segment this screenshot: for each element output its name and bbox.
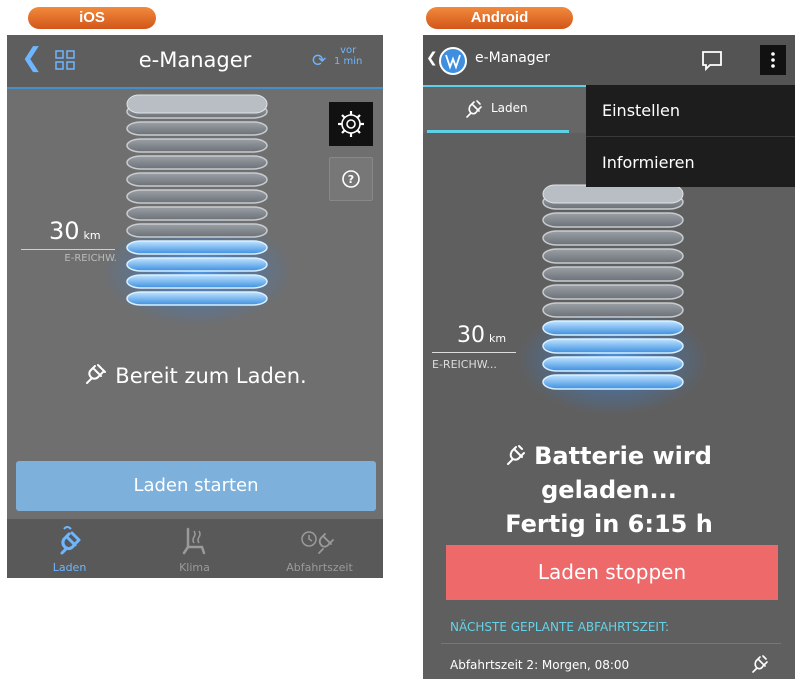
tab-label: Abfahrtszeit [286, 561, 353, 574]
range-divider [21, 249, 115, 250]
tab-label: Laden [52, 561, 87, 574]
overflow-menu-button[interactable] [760, 45, 786, 75]
battery-slab-charged [542, 356, 684, 372]
charging-plug-icon [507, 445, 526, 465]
ios-header: ❮ e-Manager ⟳ vor 1 min [7, 35, 383, 89]
electric-range-value: 30 [457, 323, 485, 348]
next-departure-label: NÄCHSTE GEPLANTE ABFAHRTSZEIT: [450, 620, 669, 634]
menu-item-informieren[interactable]: Informieren [602, 153, 695, 172]
vw-logo-icon [439, 47, 467, 75]
divider [441, 643, 781, 644]
battery-slab-empty [542, 266, 684, 282]
charging-status-line3: Fertig in 6:15 h [505, 510, 713, 538]
menu-divider [586, 136, 795, 137]
battery-slab-empty [542, 284, 684, 300]
tab-label: Laden [491, 101, 528, 115]
electric-range-value: 30 [49, 217, 80, 245]
charging-plug-icon [86, 364, 107, 384]
start-charging-button[interactable]: Laden starten [16, 461, 376, 511]
battery-slab-empty [126, 223, 268, 238]
clock-plug-icon [301, 531, 334, 554]
refresh-icon[interactable]: ⟳ [312, 51, 326, 71]
battery-top [542, 184, 684, 204]
charging-status-line1: Batterie wird [423, 439, 795, 473]
android-header: ❮ e-Manager [423, 35, 795, 87]
back-icon[interactable]: ❮ [426, 50, 438, 66]
gear-icon [338, 111, 364, 137]
last-update-line2: 1 min [334, 56, 363, 67]
battery-slab-empty [542, 248, 684, 264]
electric-range-unit: km [83, 229, 101, 242]
android-platform-label: Android [426, 7, 573, 29]
tab-abfahrtszeit[interactable]: Abfahrtszeit [257, 519, 382, 578]
battery-top [126, 94, 268, 114]
battery-slab-empty [126, 138, 268, 153]
overflow-menu: Einstellen Informieren [586, 85, 795, 187]
settings-button[interactable] [329, 102, 373, 146]
battery-slab-charged [126, 257, 268, 272]
battery-slab-empty [126, 206, 268, 221]
charging-plug-icon [60, 526, 81, 555]
page-title: e-Manager [475, 50, 551, 66]
more-vert-icon [771, 52, 775, 68]
electric-range: 30 km [457, 323, 506, 348]
last-update-time: vor 1 min [334, 45, 362, 67]
ios-tab-bar: Laden Klima Abfahrtszeit [7, 519, 383, 578]
tab-laden[interactable]: Laden [7, 519, 132, 578]
battery-slab-empty [542, 212, 684, 228]
svg-text:?: ? [348, 173, 354, 186]
tab-underline [427, 130, 569, 133]
status-line1-text: Batterie wird [534, 442, 712, 470]
battery-slab-empty [542, 230, 684, 246]
tab-klima[interactable]: Klima [132, 519, 257, 578]
electric-range-unit: km [489, 332, 507, 345]
electric-range-label: E-REICHW. [64, 253, 117, 264]
feedback-icon[interactable] [700, 48, 724, 72]
electric-range-label: E-REICHW... [432, 358, 497, 371]
charging-status-line2: geladen... [541, 476, 677, 504]
menu-item-einstellen[interactable]: Einstellen [602, 101, 680, 120]
seat-heating-icon [182, 527, 206, 555]
help-button[interactable]: ? [329, 157, 373, 201]
battery-slab-charged [126, 240, 268, 255]
charging-plug-icon [466, 100, 482, 118]
charging-plug-icon [752, 655, 768, 673]
battery-slab-empty [126, 189, 268, 204]
android-screen: ❮ e-Manager Laden 30 km E-REICHW... Batt… [423, 35, 795, 679]
electric-range: 30 km [49, 217, 101, 245]
departure-time-item[interactable]: Abfahrtszeit 2: Morgen, 08:00 [450, 658, 629, 672]
battery-slab-charged [126, 291, 268, 306]
battery-slab-empty [126, 121, 268, 136]
charging-status: Bereit zum Laden. [7, 361, 383, 388]
battery-slab-empty [126, 172, 268, 187]
tab-laden[interactable]: Laden [427, 87, 569, 133]
charging-status-text: Bereit zum Laden. [115, 364, 307, 388]
battery-slab-empty [542, 302, 684, 318]
battery-slab-charged [542, 320, 684, 336]
ios-platform-label: iOS [28, 7, 156, 29]
battery-slab-charged [542, 374, 684, 390]
battery-level-graphic [102, 94, 292, 326]
question-icon: ? [342, 170, 360, 188]
charging-status: Batterie wird geladen... Fertig in 6:15 … [423, 439, 795, 541]
ios-screen: ❮ e-Manager ⟳ vor 1 min ? 30 km E-REICHW… [7, 35, 383, 578]
stop-charging-button[interactable]: Laden stoppen [446, 545, 778, 600]
battery-slab-empty [126, 155, 268, 170]
battery-level-graphic [518, 184, 708, 415]
last-update-line1: vor [340, 45, 357, 56]
tab-label: Klima [179, 561, 210, 574]
battery-slab-charged [542, 338, 684, 354]
battery-slab-charged [126, 274, 268, 289]
range-divider [432, 352, 516, 353]
page-title: e-Manager [138, 48, 252, 72]
